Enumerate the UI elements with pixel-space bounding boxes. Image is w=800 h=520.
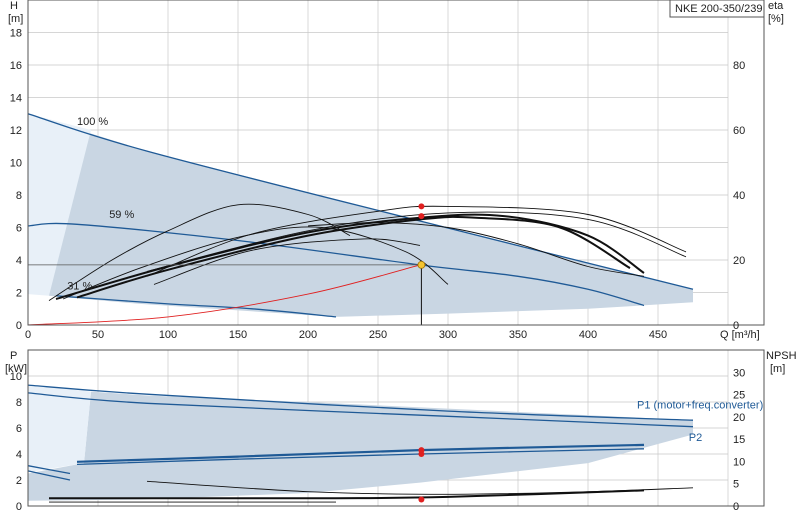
qh-chart: 0246810121416180204060801000501001502002… [8,0,784,341]
y-tick-label: 0 [16,320,22,332]
x-tick-label: 250 [369,329,387,341]
y2-tick-label: 10 [733,456,745,468]
y2-tick-label: 20 [733,412,745,424]
qh-ylabel-top: H [10,0,18,12]
y-tick-label: 2 [16,475,22,487]
npsh-ylabel-unit: [m] [770,363,785,375]
speed-label: 59 % [109,209,134,221]
power-curve-label: P2 [689,432,702,444]
power-npsh-chart: 0246810051015202530 P1 (motor+freq.conve… [5,349,797,513]
x-tick-label: 350 [509,329,527,341]
power-ylabel-top: P [10,350,17,362]
duty-point [417,260,426,269]
y-tick-label: 8 [16,190,22,202]
qh-ylabel-unit: [m] [8,13,23,25]
y-tick-label: 6 [16,223,22,235]
y-tick-label: 2 [16,288,22,300]
efficiency-marker [418,203,425,210]
y2-tick-label: 5 [733,479,739,491]
x-tick-label: 450 [649,329,667,341]
qh-y2label-unit: [%] [768,13,784,25]
x-tick-label: 100 [159,329,177,341]
y-tick-label: 0 [16,501,22,513]
y-tick-label: 8 [16,397,22,409]
x-tick-label: 200 [299,329,317,341]
y2-tick-label: 30 [733,367,745,379]
y-tick-label: 12 [10,125,22,137]
y-tick-label: 18 [10,28,22,40]
power-duty-marker [418,496,425,503]
y-tick-label: 14 [10,93,22,105]
y-tick-label: 10 [10,158,22,170]
y-tick-label: 6 [16,423,22,435]
power-duty-marker [418,451,425,457]
x-tick-label: 300 [439,329,457,341]
power-curve-label: P1 (motor+freq.converter) [637,400,763,412]
x-tick-label: 400 [579,329,597,341]
pump-performance-chart: 0246810121416180204060801000501001502002… [5,0,797,513]
y-tick-label: 16 [10,60,22,72]
y2-tick-label: 60 [733,125,745,137]
efficiency-marker [418,213,425,220]
qh-y2label-top: eta [768,0,784,12]
y2-tick-label: 80 [733,60,745,72]
speed-label: 100 % [77,116,108,128]
y2-tick-label: 15 [733,434,745,446]
y2-tick-label: 40 [733,190,745,202]
y-tick-label: 4 [16,449,22,461]
x-tick-label: 150 [229,329,247,341]
y2-tick-label: 0 [733,501,739,513]
npsh-ylabel-top: NPSH [766,350,797,362]
power-ylabel-unit: [kW] [5,363,27,375]
y2-tick-label: 20 [733,255,745,267]
speed-label: 31 % [67,280,92,292]
model-name: NKE 200-350/239 [675,3,762,15]
y-tick-label: 4 [16,255,22,267]
x-tick-label: 50 [92,329,104,341]
x-tick-label: 0 [25,329,31,341]
qh-xlabel: Q [m³/h] [720,329,760,341]
